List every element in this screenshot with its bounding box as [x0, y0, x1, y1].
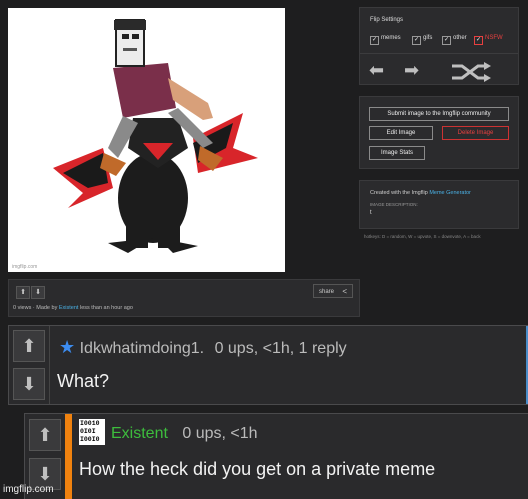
post-time: less than an hour ago [79, 305, 133, 311]
meme-generator-link[interactable]: Meme Generator [429, 190, 471, 196]
shuffle-icon[interactable] [450, 61, 492, 83]
delete-image-button[interactable]: Delete Image [442, 126, 509, 140]
back-arrow-icon[interactable]: ⬅ [369, 60, 384, 80]
checkbox-label: other [453, 35, 467, 41]
imgflip-watermark: imgflip.com [3, 484, 54, 495]
comment-text: How the heck did you get on a private me… [79, 459, 436, 479]
comment-upvote-button[interactable]: ⬆ [13, 330, 45, 362]
author-link[interactable]: Existent [59, 305, 79, 311]
check-icon: ✓ [474, 36, 483, 45]
comment-downvote-button[interactable]: ⬇ [13, 368, 45, 400]
comment-vote-column: ⬆ ⬇ [9, 326, 50, 404]
image-description-label: IMAGE DESCRIPTION: [370, 202, 418, 207]
comment: ⬆ ⬇ ★ Idkwhatimdoing1. 0 ups, <1h, 1 rep… [8, 325, 528, 405]
checkbox-label: gifs [423, 35, 433, 41]
comment-header: ★ Idkwhatimdoing1. 0 ups, <1h, 1 reply [59, 337, 347, 358]
arrow-down-icon: ⬇ [21, 374, 37, 394]
comment-username[interactable]: Existent [111, 425, 168, 442]
image-description-value: t [370, 210, 372, 216]
submit-image-button[interactable]: Submit image to the Imgflip community [369, 107, 509, 121]
arrow-up-icon: ⬆ [21, 336, 37, 356]
creator-panel: Created with the Imgflip Meme Generator … [359, 180, 519, 229]
share-label: share [319, 289, 335, 295]
checkbox-other[interactable]: ✓ other [442, 35, 467, 45]
arrow-up-icon: ⬆ [37, 425, 53, 445]
made-by-prefix: · Made by [32, 305, 58, 311]
created-with-prefix: Created with the Imgflip [370, 190, 428, 196]
view-count: 0 views [13, 305, 32, 311]
image-stats-button[interactable]: Image Stats [369, 146, 425, 160]
check-icon: ✓ [442, 36, 451, 45]
meme-illustration [53, 19, 258, 253]
comment-upvote-button[interactable]: ⬆ [29, 419, 61, 451]
checkbox-memes[interactable]: ✓ memes [370, 35, 401, 45]
image-actions-panel: Submit image to the Imgflip community Ed… [359, 96, 519, 169]
created-with: Created with the Imgflip Meme Generator [370, 190, 471, 196]
image-meta: 0 views · Made by Existent less than an … [13, 305, 133, 311]
star-icon: ★ [59, 337, 76, 357]
meme-image[interactable]: imgflip.com [8, 8, 285, 272]
forward-arrow-icon[interactable]: ➡ [404, 60, 419, 80]
checkbox-nsfw[interactable]: ✓ NSFW [474, 35, 503, 45]
arrow-down-icon: ⬇ [37, 464, 53, 484]
comment-username[interactable]: Idkwhatimdoing1. [80, 340, 205, 357]
checkbox-label: memes [381, 35, 401, 41]
reply-comment: ⬆ ⬇ I0010 0I0I I00I0 Existent 0 ups, <1h… [24, 413, 528, 499]
check-icon: ✓ [370, 36, 379, 45]
divider [360, 53, 518, 54]
flip-settings-title: Flip Settings [370, 17, 404, 23]
hotkeys-hint: hotkeys: D = random, W = upvote, S = dow… [364, 234, 481, 239]
comment-meta: 0 ups, <1h [182, 425, 258, 442]
edit-image-button[interactable]: Edit Image [369, 126, 433, 140]
comment-header: Existent 0 ups, <1h [111, 425, 258, 443]
meme-watermark: imgflip.com [12, 264, 38, 270]
share-button[interactable]: share < [313, 284, 353, 298]
comment-text: What? [57, 371, 110, 391]
image-action-bar: ⬆ ⬇ share < 0 views · Made by Existent l… [8, 279, 360, 317]
avatar[interactable]: I0010 0I0I I00I0 [79, 419, 105, 445]
flip-settings-panel: Flip Settings ✓ memes ✓ gifs ✓ other ✓ NSFW … [359, 7, 519, 85]
downvote-image-button[interactable]: ⬇ [31, 286, 45, 299]
checkbox-gifs[interactable]: ✓ gifs [412, 35, 432, 45]
checkbox-label: NSFW [485, 35, 503, 41]
reply-accent-bar [65, 414, 72, 499]
check-icon: ✓ [412, 36, 421, 45]
comment-meta: 0 ups, <1h, 1 reply [214, 340, 347, 357]
upvote-image-button[interactable]: ⬆ [16, 286, 30, 299]
share-icon: < [342, 287, 347, 296]
rider-shirt [113, 63, 176, 118]
